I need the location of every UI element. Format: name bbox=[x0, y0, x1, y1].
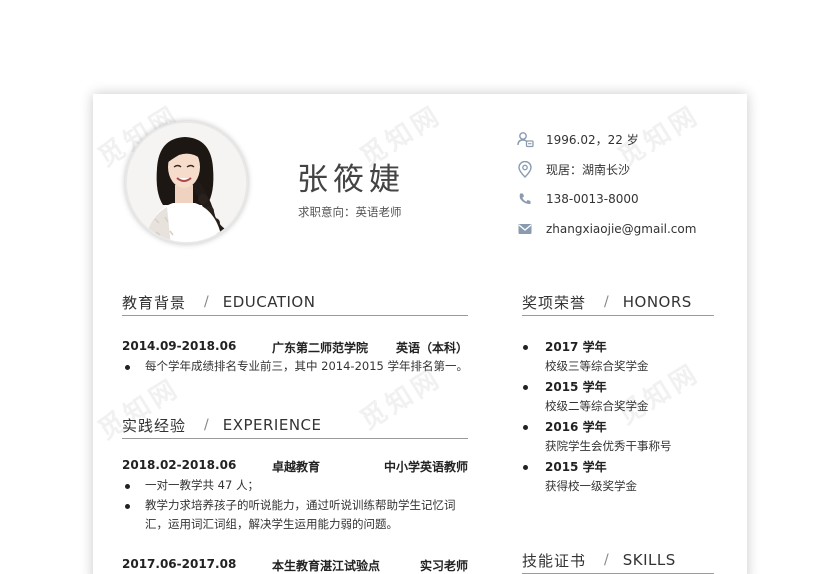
contact-phone: 138-0013-8000 bbox=[516, 189, 639, 209]
heading-en: HONORS bbox=[622, 293, 692, 311]
heading-en: EDUCATION bbox=[222, 293, 316, 311]
honors-list: 2017 学年 校级三等综合奖学金 2015 学年 校级二等综合奖学金 2016… bbox=[522, 338, 712, 498]
phone-link[interactable]: 138-0013-8000 bbox=[546, 192, 639, 206]
list-item: 2016 学年 获院学生会优秀干事称号 bbox=[522, 418, 712, 456]
candidate-name: 张筱婕 bbox=[297, 162, 405, 198]
entry-role: 英语（本科） bbox=[395, 341, 468, 355]
birth-text: 1996.02，22 岁 bbox=[546, 132, 639, 147]
section-heading-education: 教育背景 / EDUCATION bbox=[122, 289, 468, 316]
honor-year: 2017 学年 bbox=[545, 340, 607, 354]
heading-cn: 技能证书 bbox=[522, 551, 587, 570]
honor-award: 获得校一级奖学金 bbox=[545, 479, 637, 493]
section-heading-skills: 技能证书 / SKILLS bbox=[522, 547, 714, 574]
section-heading-experience: 实践经验 / EXPERIENCE bbox=[122, 412, 468, 439]
heading-cn: 实践经验 bbox=[122, 416, 187, 435]
entry-role: 实习老师 bbox=[419, 559, 468, 573]
email-link[interactable]: zhangxiaojie@gmail.com bbox=[546, 222, 696, 236]
section-heading-honors: 奖项荣誉 / HONORS bbox=[522, 289, 714, 316]
education-bullets: 每个学年成绩排名专业前三，其中 2014-2015 学年排名第一。 bbox=[122, 357, 472, 377]
heading-en: EXPERIENCE bbox=[222, 416, 322, 434]
entry-role: 中小学英语教师 bbox=[383, 460, 468, 474]
entry-organization: 本生教育湛江试验点 bbox=[272, 559, 381, 573]
list-item: 2015 学年 校级二等综合奖学金 bbox=[522, 378, 712, 416]
education-entry-header: 2014.09-2018.06 广东第二师范学院 英语（本科） bbox=[122, 339, 468, 357]
honor-year: 2016 学年 bbox=[545, 420, 607, 434]
list-item: 2015 学年 获得校一级奖学金 bbox=[522, 458, 712, 496]
contact-birth: 1996.02，22 岁 bbox=[516, 129, 639, 149]
entry-period: 2018.02-2018.06 bbox=[122, 458, 237, 472]
entry-period: 2017.06-2017.08 bbox=[122, 557, 237, 571]
heading-divider: / bbox=[204, 417, 209, 433]
list-item: 一对一教学共 47 人； bbox=[122, 476, 472, 496]
mail-icon bbox=[516, 220, 534, 238]
experience-entry-header: 2018.02-2018.06 卓越教育 中小学英语教师 bbox=[122, 458, 468, 476]
heading-divider: / bbox=[204, 294, 209, 310]
entry-period: 2014.09-2018.06 bbox=[122, 339, 237, 353]
entry-organization: 卓越教育 bbox=[272, 460, 321, 474]
honor-year: 2015 学年 bbox=[545, 460, 607, 474]
heading-divider: / bbox=[604, 552, 609, 568]
list-item: 教学力求培养孩子的听说能力，通过听说训练帮助学生记忆词汇，运用词汇词组，解决学生… bbox=[122, 496, 472, 535]
heading-divider: / bbox=[604, 294, 609, 310]
id-card-icon bbox=[516, 130, 534, 148]
honor-award: 校级三等综合奖学金 bbox=[545, 359, 649, 373]
job-objective: 求职意向：英语老师 bbox=[298, 205, 402, 219]
location-pin-icon bbox=[516, 160, 534, 178]
experience-entry-header: 2017.06-2017.08 本生教育湛江试验点 实习老师 bbox=[122, 557, 468, 574]
location-text: 现居：湖南长沙 bbox=[546, 162, 631, 177]
portrait-photo bbox=[127, 123, 246, 242]
experience-bullets: 一对一教学共 47 人； 教学力求培养孩子的听说能力，通过听说训练帮助学生记忆词… bbox=[122, 476, 472, 535]
entry-organization: 广东第二师范学院 bbox=[272, 341, 369, 355]
heading-en: SKILLS bbox=[622, 551, 676, 569]
heading-cn: 教育背景 bbox=[122, 293, 187, 312]
list-item: 2017 学年 校级三等综合奖学金 bbox=[522, 338, 712, 376]
resume-sheet: 觅知网 觅知网 觅知网 觅知网 觅知网 觅知网 张筱婕 求职意向：英语老师 19… bbox=[93, 94, 747, 574]
phone-icon bbox=[516, 190, 534, 208]
honor-award: 校级二等综合奖学金 bbox=[545, 399, 649, 413]
avatar bbox=[125, 121, 248, 244]
list-item: 每个学年成绩排名专业前三，其中 2014-2015 学年排名第一。 bbox=[122, 357, 472, 377]
honor-award: 获院学生会优秀干事称号 bbox=[545, 439, 672, 453]
contact-email: zhangxiaojie@gmail.com bbox=[516, 219, 696, 239]
contact-location: 现居：湖南长沙 bbox=[516, 159, 630, 179]
honor-year: 2015 学年 bbox=[545, 380, 607, 394]
heading-cn: 奖项荣誉 bbox=[522, 293, 587, 312]
